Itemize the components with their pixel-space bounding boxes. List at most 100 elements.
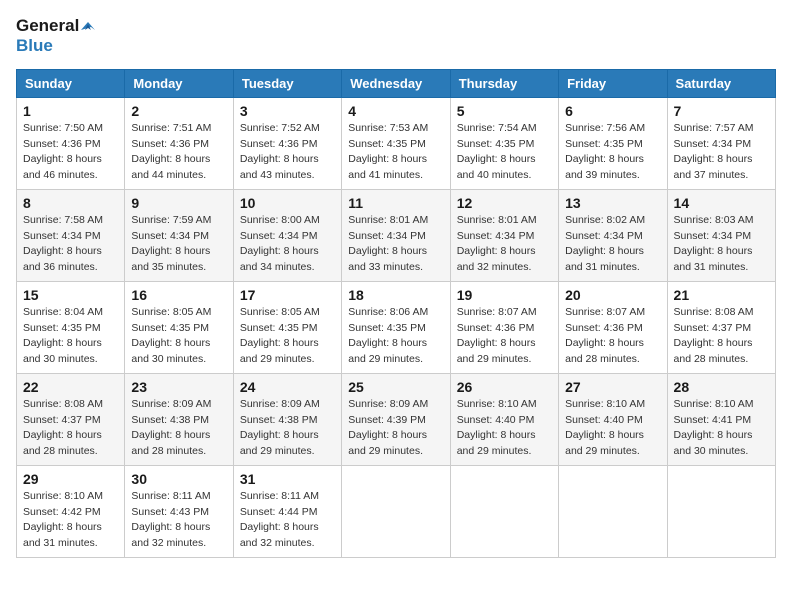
day-number: 9 <box>131 195 226 211</box>
day-info: Sunrise: 8:10 AM Sunset: 4:41 PM Dayligh… <box>674 397 769 460</box>
day-info: Sunrise: 7:51 AM Sunset: 4:36 PM Dayligh… <box>131 121 226 184</box>
day-info: Sunrise: 8:07 AM Sunset: 4:36 PM Dayligh… <box>457 305 552 368</box>
day-number: 1 <box>23 103 118 119</box>
calendar-cell <box>342 465 450 557</box>
calendar-cell: 4 Sunrise: 7:53 AM Sunset: 4:35 PM Dayli… <box>342 97 450 189</box>
calendar-cell: 9 Sunrise: 7:59 AM Sunset: 4:34 PM Dayli… <box>125 189 233 281</box>
calendar-day-header: Monday <box>125 69 233 97</box>
calendar-cell: 25 Sunrise: 8:09 AM Sunset: 4:39 PM Dayl… <box>342 373 450 465</box>
logo-bird-icon <box>81 20 95 34</box>
day-info: Sunrise: 8:07 AM Sunset: 4:36 PM Dayligh… <box>565 305 660 368</box>
day-info: Sunrise: 7:59 AM Sunset: 4:34 PM Dayligh… <box>131 213 226 276</box>
day-info: Sunrise: 8:06 AM Sunset: 4:35 PM Dayligh… <box>348 305 443 368</box>
day-number: 25 <box>348 379 443 395</box>
calendar-cell: 21 Sunrise: 8:08 AM Sunset: 4:37 PM Dayl… <box>667 281 775 373</box>
calendar-day-header: Wednesday <box>342 69 450 97</box>
calendar-cell: 2 Sunrise: 7:51 AM Sunset: 4:36 PM Dayli… <box>125 97 233 189</box>
day-number: 14 <box>674 195 769 211</box>
calendar-cell: 11 Sunrise: 8:01 AM Sunset: 4:34 PM Dayl… <box>342 189 450 281</box>
day-number: 29 <box>23 471 118 487</box>
calendar-cell: 7 Sunrise: 7:57 AM Sunset: 4:34 PM Dayli… <box>667 97 775 189</box>
calendar-header-row: SundayMondayTuesdayWednesdayThursdayFrid… <box>17 69 776 97</box>
day-number: 24 <box>240 379 335 395</box>
day-info: Sunrise: 8:00 AM Sunset: 4:34 PM Dayligh… <box>240 213 335 276</box>
day-info: Sunrise: 8:05 AM Sunset: 4:35 PM Dayligh… <box>240 305 335 368</box>
calendar-cell <box>667 465 775 557</box>
calendar-cell: 23 Sunrise: 8:09 AM Sunset: 4:38 PM Dayl… <box>125 373 233 465</box>
calendar-cell: 1 Sunrise: 7:50 AM Sunset: 4:36 PM Dayli… <box>17 97 125 189</box>
day-number: 22 <box>23 379 118 395</box>
calendar-cell: 29 Sunrise: 8:10 AM Sunset: 4:42 PM Dayl… <box>17 465 125 557</box>
day-info: Sunrise: 8:05 AM Sunset: 4:35 PM Dayligh… <box>131 305 226 368</box>
day-number: 11 <box>348 195 443 211</box>
day-info: Sunrise: 8:08 AM Sunset: 4:37 PM Dayligh… <box>674 305 769 368</box>
day-number: 2 <box>131 103 226 119</box>
day-number: 19 <box>457 287 552 303</box>
day-number: 31 <box>240 471 335 487</box>
calendar-week-row: 22 Sunrise: 8:08 AM Sunset: 4:37 PM Dayl… <box>17 373 776 465</box>
day-info: Sunrise: 8:03 AM Sunset: 4:34 PM Dayligh… <box>674 213 769 276</box>
calendar-day-header: Friday <box>559 69 667 97</box>
day-info: Sunrise: 8:09 AM Sunset: 4:38 PM Dayligh… <box>131 397 226 460</box>
day-info: Sunrise: 7:54 AM Sunset: 4:35 PM Dayligh… <box>457 121 552 184</box>
day-number: 3 <box>240 103 335 119</box>
day-number: 21 <box>674 287 769 303</box>
calendar-cell: 27 Sunrise: 8:10 AM Sunset: 4:40 PM Dayl… <box>559 373 667 465</box>
day-info: Sunrise: 8:09 AM Sunset: 4:39 PM Dayligh… <box>348 397 443 460</box>
calendar-cell: 31 Sunrise: 8:11 AM Sunset: 4:44 PM Dayl… <box>233 465 341 557</box>
calendar-week-row: 29 Sunrise: 8:10 AM Sunset: 4:42 PM Dayl… <box>17 465 776 557</box>
day-number: 27 <box>565 379 660 395</box>
calendar-week-row: 8 Sunrise: 7:58 AM Sunset: 4:34 PM Dayli… <box>17 189 776 281</box>
calendar-cell: 8 Sunrise: 7:58 AM Sunset: 4:34 PM Dayli… <box>17 189 125 281</box>
day-number: 10 <box>240 195 335 211</box>
calendar-cell: 12 Sunrise: 8:01 AM Sunset: 4:34 PM Dayl… <box>450 189 558 281</box>
calendar-cell: 16 Sunrise: 8:05 AM Sunset: 4:35 PM Dayl… <box>125 281 233 373</box>
calendar-day-header: Tuesday <box>233 69 341 97</box>
calendar-cell: 6 Sunrise: 7:56 AM Sunset: 4:35 PM Dayli… <box>559 97 667 189</box>
calendar-cell: 13 Sunrise: 8:02 AM Sunset: 4:34 PM Dayl… <box>559 189 667 281</box>
day-number: 12 <box>457 195 552 211</box>
day-info: Sunrise: 8:09 AM Sunset: 4:38 PM Dayligh… <box>240 397 335 460</box>
calendar-cell: 14 Sunrise: 8:03 AM Sunset: 4:34 PM Dayl… <box>667 189 775 281</box>
day-info: Sunrise: 8:11 AM Sunset: 4:43 PM Dayligh… <box>131 489 226 552</box>
day-number: 28 <box>674 379 769 395</box>
day-number: 5 <box>457 103 552 119</box>
day-info: Sunrise: 8:10 AM Sunset: 4:42 PM Dayligh… <box>23 489 118 552</box>
day-info: Sunrise: 7:57 AM Sunset: 4:34 PM Dayligh… <box>674 121 769 184</box>
logo: General Blue <box>16 16 79 57</box>
calendar-cell: 3 Sunrise: 7:52 AM Sunset: 4:36 PM Dayli… <box>233 97 341 189</box>
calendar-week-row: 1 Sunrise: 7:50 AM Sunset: 4:36 PM Dayli… <box>17 97 776 189</box>
calendar-cell <box>450 465 558 557</box>
day-info: Sunrise: 8:10 AM Sunset: 4:40 PM Dayligh… <box>565 397 660 460</box>
day-info: Sunrise: 7:53 AM Sunset: 4:35 PM Dayligh… <box>348 121 443 184</box>
logo-text: General Blue <box>16 16 79 57</box>
day-info: Sunrise: 8:02 AM Sunset: 4:34 PM Dayligh… <box>565 213 660 276</box>
page-header: General Blue <box>16 16 776 57</box>
day-info: Sunrise: 7:56 AM Sunset: 4:35 PM Dayligh… <box>565 121 660 184</box>
day-number: 23 <box>131 379 226 395</box>
day-number: 26 <box>457 379 552 395</box>
day-info: Sunrise: 8:01 AM Sunset: 4:34 PM Dayligh… <box>348 213 443 276</box>
calendar-cell: 26 Sunrise: 8:10 AM Sunset: 4:40 PM Dayl… <box>450 373 558 465</box>
day-number: 15 <box>23 287 118 303</box>
day-number: 30 <box>131 471 226 487</box>
day-number: 4 <box>348 103 443 119</box>
day-info: Sunrise: 7:52 AM Sunset: 4:36 PM Dayligh… <box>240 121 335 184</box>
day-number: 6 <box>565 103 660 119</box>
day-info: Sunrise: 8:01 AM Sunset: 4:34 PM Dayligh… <box>457 213 552 276</box>
day-number: 7 <box>674 103 769 119</box>
day-info: Sunrise: 8:11 AM Sunset: 4:44 PM Dayligh… <box>240 489 335 552</box>
day-number: 17 <box>240 287 335 303</box>
calendar-cell: 30 Sunrise: 8:11 AM Sunset: 4:43 PM Dayl… <box>125 465 233 557</box>
day-number: 16 <box>131 287 226 303</box>
calendar-day-header: Saturday <box>667 69 775 97</box>
calendar-cell: 17 Sunrise: 8:05 AM Sunset: 4:35 PM Dayl… <box>233 281 341 373</box>
calendar-cell: 24 Sunrise: 8:09 AM Sunset: 4:38 PM Dayl… <box>233 373 341 465</box>
calendar-day-header: Sunday <box>17 69 125 97</box>
calendar-week-row: 15 Sunrise: 8:04 AM Sunset: 4:35 PM Dayl… <box>17 281 776 373</box>
calendar-cell <box>559 465 667 557</box>
calendar-cell: 15 Sunrise: 8:04 AM Sunset: 4:35 PM Dayl… <box>17 281 125 373</box>
calendar-cell: 20 Sunrise: 8:07 AM Sunset: 4:36 PM Dayl… <box>559 281 667 373</box>
day-info: Sunrise: 8:04 AM Sunset: 4:35 PM Dayligh… <box>23 305 118 368</box>
calendar-cell: 18 Sunrise: 8:06 AM Sunset: 4:35 PM Dayl… <box>342 281 450 373</box>
